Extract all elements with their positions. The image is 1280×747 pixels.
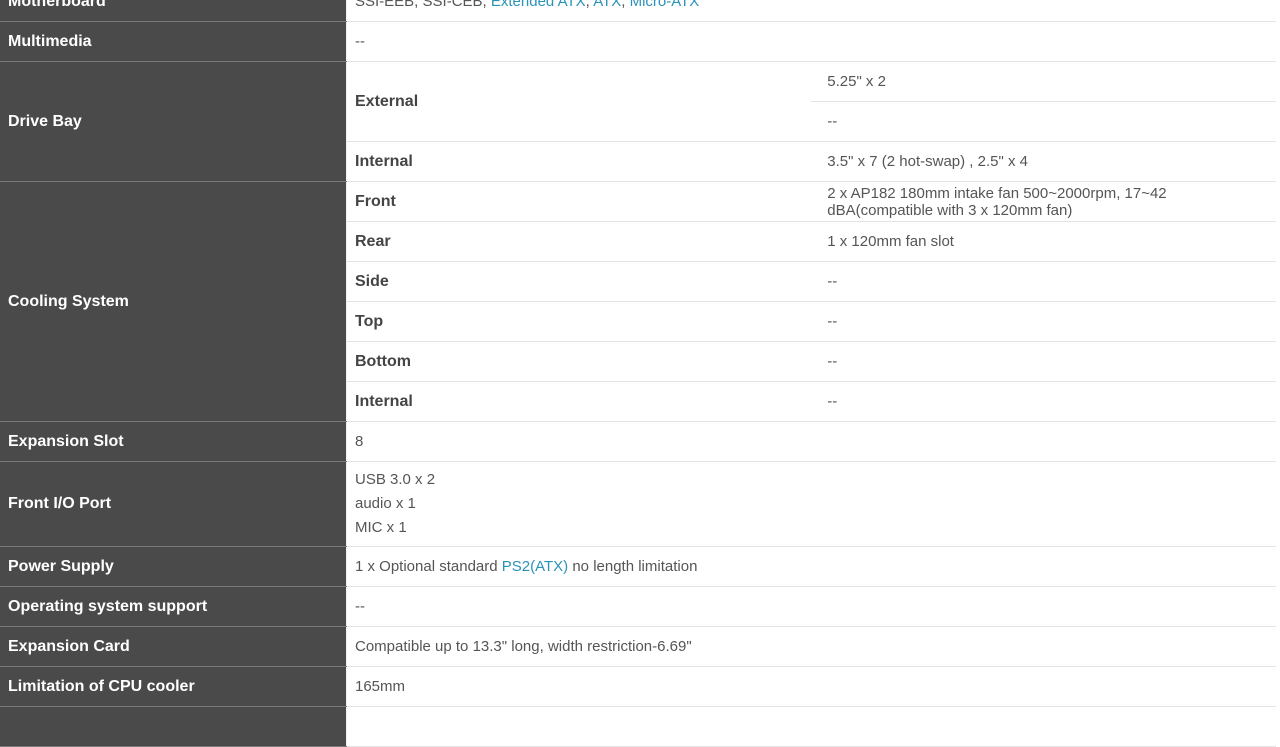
spec-value: SSI-EEB, SSI-CEB, Extended ATX, ATX, Mic… <box>346 0 1276 22</box>
spec-value: 2 x AP182 180mm intake fan 500~2000rpm, … <box>811 181 1276 222</box>
spec-value: -- <box>811 301 1276 342</box>
spec-value: -- <box>811 101 1276 142</box>
spec-value <box>346 706 1276 747</box>
sub-label-bottom: Bottom <box>346 341 812 382</box>
spec-row-os-support: Operating system support -- <box>0 586 1276 627</box>
category-label: Expansion Card <box>0 626 347 667</box>
spec-value: 5.25" x 2 <box>811 61 1276 102</box>
sub-label-top: Top <box>346 301 812 342</box>
spec-row-motherboard: Motherboard SSI-EEB, SSI-CEB, Extended A… <box>0 0 1276 22</box>
value-text: 1 x Optional standard <box>355 558 502 575</box>
spec-value: 8 <box>346 421 1276 462</box>
spec-value: 3.5" x 7 (2 hot-swap) , 2.5" x 4 <box>811 141 1276 182</box>
category-label: Motherboard <box>0 0 347 22</box>
spec-row-expansion-card: Expansion Card Compatible up to 13.3" lo… <box>0 626 1276 667</box>
sub-label-external: External <box>346 61 812 142</box>
spec-value: -- <box>811 381 1276 422</box>
spec-value: 1 x Optional standard PS2(ATX) no length… <box>346 546 1276 587</box>
spec-row-next <box>0 706 1276 747</box>
spec-row-cpu-cooler: Limitation of CPU cooler 165mm <box>0 666 1276 707</box>
category-label: Operating system support <box>0 586 347 627</box>
spec-value: -- <box>346 586 1276 627</box>
io-line: audio x 1 <box>355 495 416 512</box>
spec-row-power-supply: Power Supply 1 x Optional standard PS2(A… <box>0 546 1276 587</box>
link-micro-atx[interactable]: Micro-ATX <box>630 0 700 10</box>
spec-row-multimedia: Multimedia -- <box>0 21 1276 62</box>
sub-label-rear: Rear <box>346 221 812 262</box>
sub-label-side: Side <box>346 261 812 302</box>
spec-table: Motherboard SSI-EEB, SSI-CEB, Extended A… <box>0 0 1276 747</box>
sub-label-front: Front <box>346 181 812 222</box>
io-line: MIC x 1 <box>355 519 407 536</box>
spec-value: -- <box>346 21 1276 62</box>
io-line: USB 3.0 x 2 <box>355 471 436 488</box>
spec-value: 1 x 120mm fan slot <box>811 221 1276 262</box>
spec-value: Compatible up to 13.3" long, width restr… <box>346 626 1276 667</box>
spec-row-expansion-slot: Expansion Slot 8 <box>0 421 1276 462</box>
spec-row-cooling-front: Cooling System Front 2 x AP182 180mm int… <box>0 181 1276 422</box>
category-label: Expansion Slot <box>0 421 347 462</box>
category-label: Power Supply <box>0 546 347 587</box>
spec-value: -- <box>811 341 1276 382</box>
value-text: SSI-EEB, SSI-CEB, <box>355 0 491 10</box>
category-label: Multimedia <box>0 21 347 62</box>
sub-label-internal: Internal <box>346 141 812 182</box>
spec-row-front-io: Front I/O Port USB 3.0 x 2 audio x 1 MIC… <box>0 461 1276 547</box>
link-ps2-atx[interactable]: PS2(ATX) <box>502 558 568 575</box>
category-label: Drive Bay <box>0 61 347 182</box>
value-text: no length limitation <box>568 558 698 575</box>
category-label: Front I/O Port <box>0 461 347 547</box>
sub-label-internal: Internal <box>346 381 812 422</box>
category-label: Cooling System <box>0 181 347 422</box>
spec-value: USB 3.0 x 2 audio x 1 MIC x 1 <box>346 461 1276 547</box>
spec-row-drive-bay: Drive Bay External 5.25" x 2 <box>0 61 1276 182</box>
link-atx[interactable]: ATX <box>593 0 621 10</box>
category-label: Limitation of CPU cooler <box>0 666 347 707</box>
link-extended-atx[interactable]: Extended ATX <box>491 0 586 10</box>
category-label <box>0 706 347 747</box>
spec-value: -- <box>811 261 1276 302</box>
spec-value: 165mm <box>346 666 1276 707</box>
